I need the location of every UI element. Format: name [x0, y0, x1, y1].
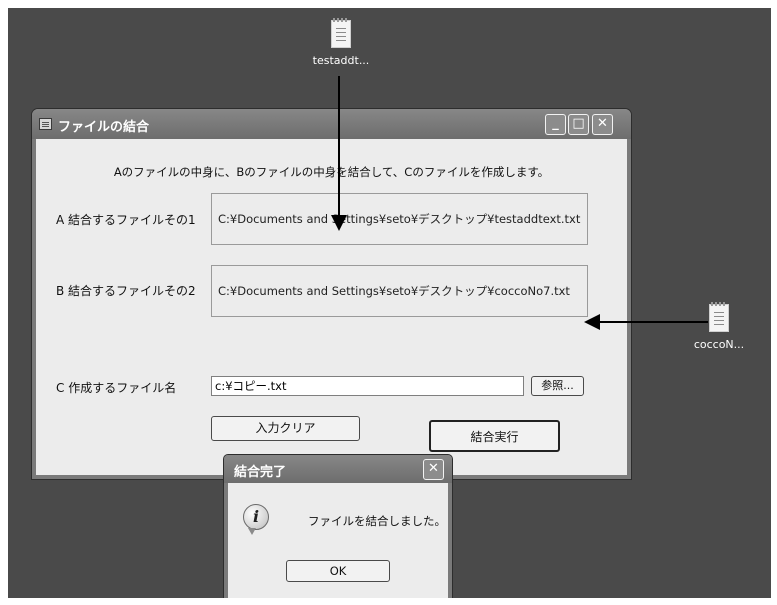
desktop-icon-label: testaddt... — [312, 54, 370, 67]
description-text: Aのファイルの中身に、Bのファイルの中身を結合して、Cのファイルを作成します。 — [113, 165, 550, 179]
desktop-icon-label: coccoN... — [693, 338, 745, 351]
window-client-area: Aのファイルの中身に、Bのファイルの中身を結合して、Cのファイルを作成します。 … — [36, 139, 627, 475]
row-c-label: C 作成するファイル名 — [56, 381, 177, 395]
dialog-message: ファイルを結合しました。 — [308, 514, 446, 528]
dialog-title-bar[interactable]: 結合完了 ✕ — [224, 455, 452, 483]
merge-files-window: ファイルの結合 _ □ ✕ Aのファイルの中身に、Bのファイルの中身を結合して、… — [31, 108, 632, 480]
clear-input-button[interactable]: 入力クリア — [211, 416, 360, 441]
dialog-client-area: i ファイルを結合しました。 OK — [228, 483, 448, 598]
text-file-icon — [331, 18, 351, 48]
arrow-down-icon — [331, 215, 347, 231]
desktop-icon-testaddtext[interactable]: testaddt... — [306, 18, 376, 67]
merge-execute-button[interactable]: 結合実行 — [429, 420, 560, 452]
row-b-path-box[interactable]: C:¥Documents and Settings¥seto¥デスクトップ¥co… — [211, 265, 588, 317]
arrow-left-icon — [584, 314, 600, 330]
row-a-path-box[interactable]: C:¥Documents and Settings¥seto¥デスクトップ¥te… — [211, 193, 588, 245]
browse-button[interactable]: 参照... — [531, 376, 584, 396]
output-filename-input[interactable] — [211, 376, 524, 396]
desktop-icon-coccono7[interactable]: coccoN... — [688, 302, 750, 351]
row-b-label: B 結合するファイルその2 — [56, 284, 196, 298]
dialog-close-button[interactable]: ✕ — [423, 459, 444, 480]
arrow-line — [598, 321, 708, 323]
row-a-label: A 結合するファイルその1 — [56, 213, 196, 227]
window-title: ファイルの結合 — [58, 120, 150, 135]
maximize-button[interactable]: □ — [568, 114, 589, 135]
ok-button[interactable]: OK — [286, 560, 390, 582]
info-icon: i — [243, 504, 269, 535]
text-file-icon — [709, 302, 729, 332]
close-button[interactable]: ✕ — [592, 114, 613, 135]
arrow-line — [338, 76, 340, 218]
merge-complete-dialog: 結合完了 ✕ i ファイルを結合しました。 OK — [223, 454, 453, 598]
desktop: testaddt... coccoN... ファイルの結合 _ □ ✕ Aのファ… — [8, 8, 771, 598]
dialog-title: 結合完了 — [234, 465, 287, 480]
app-icon — [39, 118, 52, 130]
minimize-button[interactable]: _ — [545, 114, 566, 135]
title-bar[interactable]: ファイルの結合 _ □ ✕ — [32, 109, 631, 139]
